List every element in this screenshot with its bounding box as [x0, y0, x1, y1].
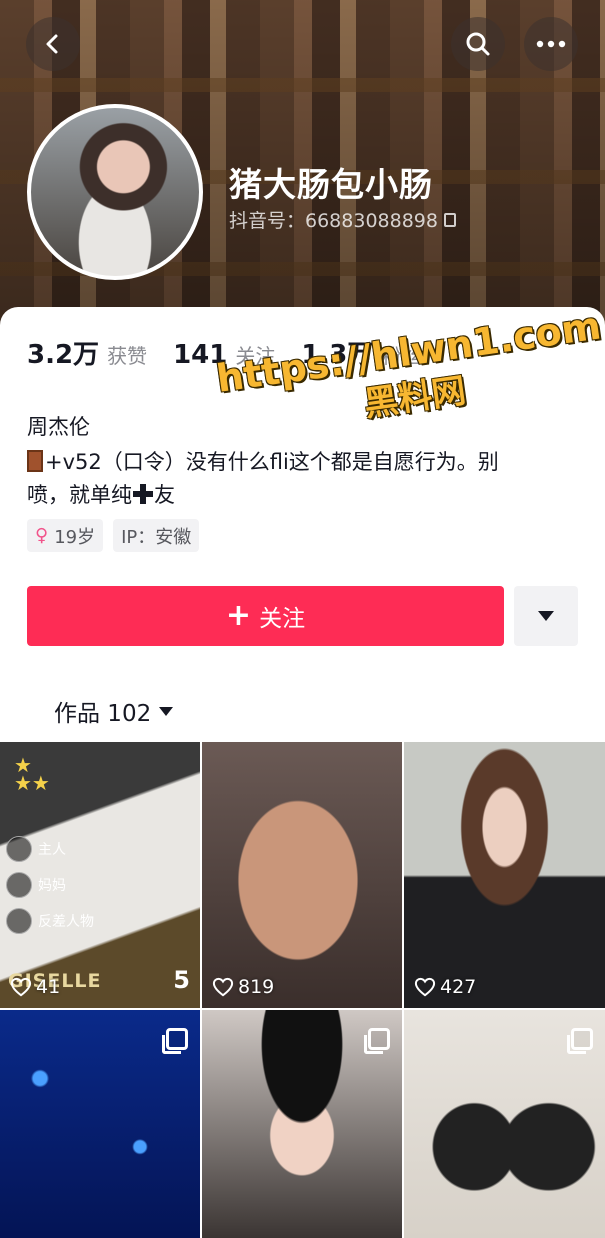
chevron-left-icon: [46, 34, 58, 54]
tag-age-text: 19岁: [54, 526, 96, 548]
back-button[interactable]: [26, 17, 80, 71]
door-icon: [27, 450, 43, 472]
caret-down-icon: [538, 611, 554, 621]
video-tile[interactable]: [0, 1010, 200, 1238]
like-count-text: 819: [238, 976, 275, 998]
stars-icon: ★ ★★: [14, 753, 50, 795]
works-grid: ★ ★★ 主人 妈妈 反差人物 GISELLE 5 41 819 427: [0, 742, 605, 1238]
like-count-text: 41: [36, 976, 61, 998]
badge-icon: [6, 908, 32, 934]
follow-label: 关注: [259, 606, 306, 632]
copy-icon[interactable]: [443, 212, 456, 227]
video-tile[interactable]: ★ ★★ 主人 妈妈 反差人物 GISELLE 5 41: [0, 742, 200, 1008]
like-count-text: 427: [440, 976, 477, 998]
avatar[interactable]: [27, 104, 203, 280]
douyin-id-text: 抖音号：66883088898: [229, 210, 438, 232]
bio-title: 周杰伦: [27, 415, 90, 439]
gallery-icon: [162, 1028, 188, 1054]
more-icon: [536, 40, 566, 48]
video-tile[interactable]: 427: [404, 742, 605, 1008]
tab-works[interactable]: 作品 102: [54, 694, 174, 728]
tag-age: ♀ 19岁: [27, 519, 104, 552]
tag-ip-text: IP：安徽: [121, 526, 192, 548]
caret-down-icon: [159, 706, 174, 716]
nickname: 猪大肠包小肠: [229, 165, 433, 204]
video-tile[interactable]: [202, 1010, 402, 1238]
plus-icon: +: [225, 598, 252, 633]
game-label: 主人: [6, 836, 66, 862]
bio-text: +v52（口令）没有什么fli这个都是自愿行为。别 喷，就单纯友: [27, 446, 567, 512]
works-tab-label: 作品 102: [54, 701, 152, 727]
game-label: 妈妈: [6, 872, 66, 898]
gallery-icon: [364, 1028, 390, 1054]
gallery-icon: [567, 1028, 593, 1054]
badge-icon: [6, 872, 32, 898]
like-count: 819: [212, 976, 274, 998]
overlay-score: 5: [173, 966, 190, 994]
plus-icon: [132, 483, 154, 505]
stat-label: 获赞: [107, 344, 148, 368]
stat-likes[interactable]: 3.2万 获赞: [27, 334, 147, 371]
female-icon: ♀: [35, 525, 49, 546]
stat-num: 3.2万: [27, 340, 100, 370]
game-label: 反差人物: [6, 908, 94, 934]
tag-ip: IP：安徽: [113, 519, 200, 552]
profile-tags: ♀ 19岁 IP：安徽: [27, 519, 200, 552]
video-tile[interactable]: [404, 1010, 605, 1238]
search-icon: [466, 32, 490, 56]
bio-line2: 喷，就单纯: [27, 483, 132, 507]
bio-line2-end: 友: [154, 483, 175, 507]
like-count: 427: [414, 976, 476, 998]
douyin-id[interactable]: 抖音号：66883088898: [229, 206, 456, 233]
heart-icon: [212, 977, 234, 997]
heart-icon: [10, 977, 32, 997]
heart-icon: [414, 977, 436, 997]
like-count: 41: [10, 976, 60, 998]
video-tile[interactable]: 819: [202, 742, 402, 1008]
recommend-dropdown-button[interactable]: [514, 586, 578, 646]
follow-button[interactable]: + 关注: [27, 586, 504, 646]
bio-line1: +v52（口令）没有什么fli这个都是自愿行为。别: [45, 450, 499, 474]
more-button[interactable]: [524, 17, 578, 71]
badge-icon: [6, 836, 32, 862]
search-button[interactable]: [451, 17, 505, 71]
